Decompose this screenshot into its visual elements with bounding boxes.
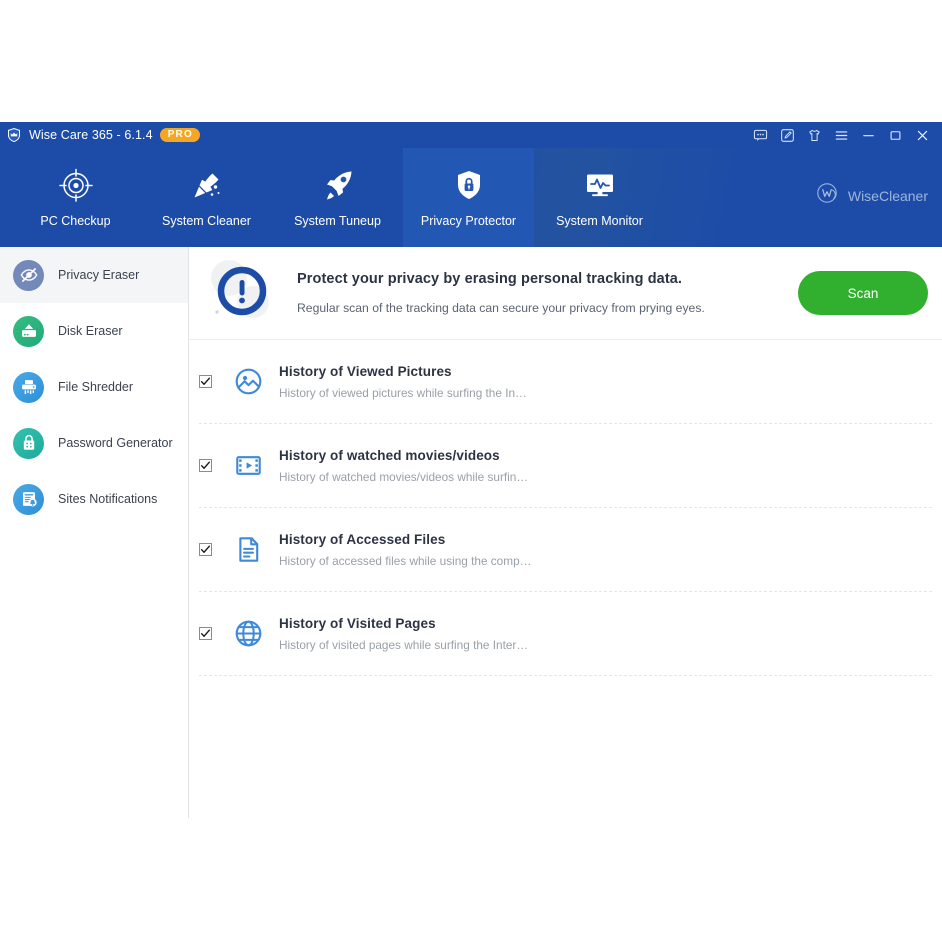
maximize-icon[interactable] [882, 122, 909, 148]
sidebar-item-privacy-eraser[interactable]: Privacy Eraser [0, 247, 188, 303]
nav-tab-label: Privacy Protector [421, 214, 516, 228]
wisecleaner-w-icon [816, 181, 840, 210]
title-bar: Wise Care 365 - 6.1.4 PRO [0, 122, 942, 148]
nav-tab-label: PC Checkup [40, 214, 110, 228]
title-bar-controls [747, 122, 942, 148]
list-item-text: History of Visited Pages History of visi… [279, 616, 528, 652]
list-item-desc: History of watched movies/videos while s… [279, 470, 528, 484]
list-item-title: History of watched movies/videos [279, 448, 528, 463]
sidebar-item-sites-notifications[interactable]: Sites Notifications [0, 471, 188, 527]
privacy-item-list: History of Viewed Pictures History of vi… [189, 340, 942, 676]
item-checkbox[interactable] [199, 543, 212, 556]
sidebar-item-label: Privacy Eraser [58, 268, 139, 282]
item-checkbox[interactable] [199, 375, 212, 388]
sidebar-item-password-generator[interactable]: Password Generator [0, 415, 188, 471]
sidebar-item-label: File Shredder [58, 380, 133, 394]
picture-icon [233, 367, 263, 397]
skin-icon[interactable] [801, 122, 828, 148]
sidebar-item-label: Disk Eraser [58, 324, 123, 338]
sidebar-item-disk-eraser[interactable]: Disk Eraser [0, 303, 188, 359]
film-icon [233, 451, 263, 481]
edit-icon[interactable] [774, 122, 801, 148]
target-icon [59, 166, 93, 204]
list-item-title: History of Viewed Pictures [279, 364, 527, 379]
broom-icon [190, 166, 224, 204]
eye-slash-icon [13, 260, 44, 291]
shield-lock-icon [452, 166, 486, 204]
list-item-title: History of Accessed Files [279, 532, 531, 547]
item-checkbox[interactable] [199, 627, 212, 640]
document-icon [233, 535, 263, 565]
nav-tab-label: System Tuneup [294, 214, 381, 228]
feedback-icon[interactable] [747, 122, 774, 148]
banner-title: Protect your privacy by erasing personal… [297, 271, 798, 287]
body-area: Privacy Eraser Disk Eraser [0, 247, 942, 818]
shredder-icon [13, 372, 44, 403]
menu-icon[interactable] [828, 122, 855, 148]
list-item[interactable]: History of watched movies/videos History… [189, 424, 942, 507]
title-bar-left: Wise Care 365 - 6.1.4 PRO [0, 127, 200, 143]
item-checkbox[interactable] [199, 459, 212, 472]
main-panel: Protect your privacy by erasing personal… [189, 247, 942, 818]
nav-tab-system-monitor[interactable]: System Monitor [534, 148, 665, 247]
shield-crown-icon [6, 127, 22, 143]
list-item-desc: History of accessed files while using th… [279, 554, 531, 568]
banner-text: Protect your privacy by erasing personal… [297, 271, 798, 315]
list-item-desc: History of visited pages while surfing t… [279, 638, 528, 652]
app-title: Wise Care 365 - 6.1.4 [29, 128, 153, 142]
nav-tab-system-cleaner[interactable]: System Cleaner [141, 148, 272, 247]
list-item[interactable]: History of Accessed Files History of acc… [189, 508, 942, 591]
brand-logo: WiseCleaner [816, 181, 928, 210]
list-item[interactable]: History of Viewed Pictures History of vi… [189, 340, 942, 423]
nav-tab-pc-checkup[interactable]: PC Checkup [10, 148, 141, 247]
list-item-text: History of watched movies/videos History… [279, 448, 528, 484]
privacy-banner: Protect your privacy by erasing personal… [189, 247, 942, 340]
scan-button[interactable]: Scan [798, 271, 928, 315]
brand-name: WiseCleaner [848, 188, 928, 204]
pro-badge: PRO [160, 128, 200, 143]
disk-eraser-icon [13, 316, 44, 347]
alert-circle-icon [199, 250, 285, 336]
app-window: Wise Care 365 - 6.1.4 PRO [0, 122, 942, 818]
sidebar: Privacy Eraser Disk Eraser [0, 247, 189, 818]
banner-subtitle: Regular scan of the tracking data can se… [297, 301, 798, 315]
rocket-icon [321, 166, 355, 204]
sidebar-item-file-shredder[interactable]: File Shredder [0, 359, 188, 415]
site-bell-icon [13, 484, 44, 515]
globe-icon [233, 619, 263, 649]
list-item-title: History of Visited Pages [279, 616, 528, 631]
list-item-text: History of Viewed Pictures History of vi… [279, 364, 527, 400]
nav-tab-label: System Monitor [556, 214, 643, 228]
minimize-icon[interactable] [855, 122, 882, 148]
lock-bag-icon [13, 428, 44, 459]
nav-tab-system-tuneup[interactable]: System Tuneup [272, 148, 403, 247]
list-item-desc: History of viewed pictures while surfing… [279, 386, 527, 400]
sidebar-item-label: Password Generator [58, 436, 173, 450]
nav-tab-privacy-protector[interactable]: Privacy Protector [403, 148, 534, 247]
nav-tab-list: PC Checkup System Cleaner [0, 148, 942, 247]
list-separator [199, 675, 932, 676]
close-icon[interactable] [909, 122, 936, 148]
list-item[interactable]: History of Visited Pages History of visi… [189, 592, 942, 675]
sidebar-item-label: Sites Notifications [58, 492, 157, 506]
main-navbar: PC Checkup System Cleaner [0, 148, 942, 247]
nav-tab-label: System Cleaner [162, 214, 251, 228]
monitor-pulse-icon [583, 166, 617, 204]
list-item-text: History of Accessed Files History of acc… [279, 532, 531, 568]
